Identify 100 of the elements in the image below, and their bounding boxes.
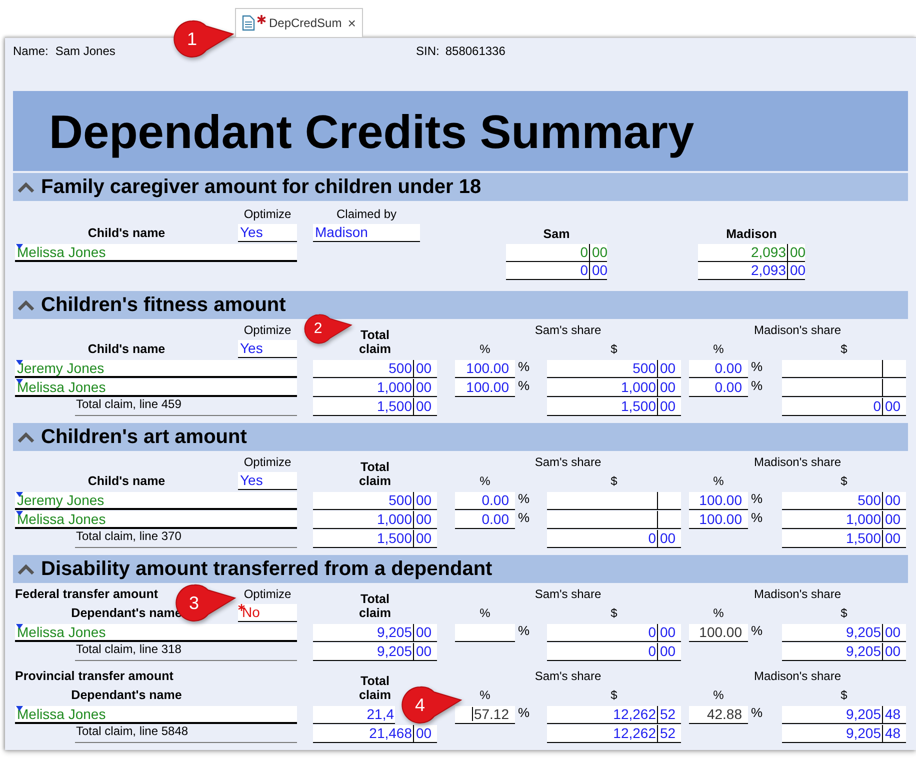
name-field[interactable]: Jeremy Jones bbox=[15, 360, 297, 378]
optimize-field[interactable]: Yes bbox=[238, 472, 297, 490]
column-header: Claimed by bbox=[336, 207, 397, 221]
amount-field[interactable]: 12,262 52 bbox=[547, 706, 681, 724]
amount-field[interactable]: 500 00 bbox=[313, 360, 437, 378]
name-field[interactable]: Melissa Jones bbox=[15, 706, 297, 724]
percent-field[interactable]: 0.00 bbox=[455, 492, 515, 510]
percent-field[interactable]: 0.00 bbox=[689, 360, 748, 378]
percent-field[interactable] bbox=[455, 624, 515, 642]
total-label: Total claim, line 318 bbox=[75, 643, 297, 661]
claimed-by-field[interactable]: Madison bbox=[313, 224, 420, 242]
amount-field[interactable]: 2,093 00 bbox=[698, 262, 805, 280]
column-header: % bbox=[480, 474, 490, 488]
percent-field[interactable]: 100.00 bbox=[689, 624, 748, 642]
column-header: % bbox=[713, 688, 724, 702]
column-header: $ bbox=[610, 342, 618, 356]
group-caption: Federal transfer amount bbox=[15, 587, 158, 601]
column-header: $ bbox=[610, 474, 618, 488]
percent-sign: % bbox=[750, 360, 763, 374]
percent-sign: % bbox=[517, 492, 530, 506]
group-caption: Provincial transfer amount bbox=[15, 669, 174, 683]
amount-field[interactable]: 0 00 bbox=[547, 643, 681, 661]
section-title: Family caregiver amount for children under 18 bbox=[41, 176, 482, 198]
percent-field[interactable]: 100.00 bbox=[689, 511, 748, 529]
amount-field[interactable] bbox=[547, 511, 681, 529]
column-header: Dependant's name bbox=[71, 688, 182, 702]
amount-field[interactable]: 1,000 00 bbox=[313, 379, 437, 397]
name-field[interactable]: Melissa Jones bbox=[15, 379, 297, 397]
section-title: Children's fitness amount bbox=[41, 294, 286, 316]
optimize-field[interactable]: No bbox=[238, 604, 297, 622]
amount-field[interactable]: 21,468 00 bbox=[313, 725, 437, 743]
optimize-field[interactable]: Yes bbox=[238, 224, 297, 242]
column-header: Sam's share bbox=[534, 669, 602, 683]
percent-field[interactable]: 100.00 bbox=[455, 360, 515, 378]
section-header[interactable]: Children's art amount bbox=[13, 423, 908, 451]
amount-field[interactable]: 0 00 bbox=[547, 624, 681, 642]
column-header: % bbox=[480, 688, 490, 702]
amount-field[interactable]: 1,500 00 bbox=[313, 530, 437, 548]
name-field[interactable]: Melissa Jones bbox=[15, 244, 297, 262]
amount-field[interactable]: 500 00 bbox=[547, 360, 681, 378]
close-button[interactable]: × bbox=[346, 15, 358, 31]
amount-field[interactable]: 1,500 00 bbox=[313, 398, 437, 416]
amount-field[interactable] bbox=[547, 492, 681, 510]
amount-field[interactable]: 0 00 bbox=[506, 262, 607, 280]
amount-field[interactable]: 1,000 00 bbox=[547, 379, 681, 397]
percent-sign: % bbox=[750, 624, 763, 638]
asterisk-icon bbox=[257, 15, 266, 24]
column-header: Total claim bbox=[358, 328, 392, 358]
amount-field[interactable]: 9,205 00 bbox=[782, 643, 906, 661]
amount-field[interactable]: 2,093 00 bbox=[698, 244, 805, 262]
column-header: $ bbox=[840, 342, 848, 356]
amount-field[interactable]: 1,000 00 bbox=[782, 511, 906, 529]
column-header: Madison's share bbox=[754, 669, 841, 683]
amount-field[interactable]: 9,205 00 bbox=[313, 624, 437, 642]
percent-field[interactable]: 100.00 bbox=[455, 379, 515, 397]
percent-sign: % bbox=[517, 511, 530, 525]
column-header: % bbox=[480, 342, 490, 356]
amount-field[interactable]: 1,000 00 bbox=[313, 511, 437, 529]
percent-field[interactable]: 42.88 bbox=[689, 706, 748, 724]
amount-field[interactable]: 9,205 00 bbox=[313, 643, 437, 661]
amount-field[interactable]: 9,205 00 bbox=[782, 624, 906, 642]
amount-field[interactable]: 1,500 00 bbox=[547, 398, 681, 416]
sin-label: SIN: bbox=[416, 44, 440, 60]
percent-sign: % bbox=[517, 706, 530, 720]
section-header[interactable]: Family caregiver amount for children under 18 bbox=[13, 173, 908, 201]
amount-field[interactable] bbox=[782, 360, 906, 378]
optimize-field[interactable]: Yes bbox=[238, 340, 297, 358]
percent-field[interactable]: 0.00 bbox=[455, 511, 515, 529]
column-header: Sam's share bbox=[534, 587, 602, 601]
amount-field[interactable]: 500 00 bbox=[313, 492, 437, 510]
amount-field[interactable]: 500 00 bbox=[782, 492, 906, 510]
percent-field[interactable]: 100.00 bbox=[689, 492, 748, 510]
amount-field[interactable]: 0 00 bbox=[506, 244, 607, 262]
amount-field[interactable]: 9,205 48 bbox=[782, 706, 906, 724]
column-header: % bbox=[713, 606, 724, 620]
column-header: Madison's share bbox=[754, 455, 841, 469]
amount-field[interactable]: 0 00 bbox=[547, 530, 681, 548]
column-header: Child's name bbox=[88, 342, 166, 356]
page-title: Dependant Credits Summary bbox=[49, 104, 694, 158]
column-header: Optimize bbox=[244, 323, 292, 337]
percent-field[interactable]: 0.00 bbox=[689, 379, 748, 397]
section-header[interactable]: Disability amount transferred from a dependant bbox=[13, 555, 908, 583]
percent-sign: % bbox=[750, 511, 763, 525]
section-header[interactable]: Children's fitness amount bbox=[13, 291, 908, 319]
percent-sign: % bbox=[750, 492, 763, 506]
amount-field[interactable]: 9,205 48 bbox=[782, 725, 906, 743]
name-field[interactable]: Jeremy Jones bbox=[15, 492, 297, 510]
collapse-icon bbox=[17, 432, 35, 443]
document-tab[interactable]: DepCredSum × bbox=[235, 8, 363, 37]
amount-field[interactable]: 12,262 52 bbox=[547, 725, 681, 743]
name-field[interactable]: Melissa Jones bbox=[15, 624, 297, 642]
name-field[interactable]: Melissa Jones bbox=[15, 511, 297, 529]
amount-field[interactable]: 21,4 bbox=[313, 706, 395, 724]
total-label: Total claim, line 370 bbox=[75, 530, 297, 548]
amount-field[interactable]: 0 00 bbox=[782, 398, 906, 416]
percent-field[interactable]: 57.12 bbox=[455, 706, 515, 724]
percent-sign: % bbox=[517, 379, 530, 393]
amount-field[interactable] bbox=[782, 379, 906, 397]
amount-field[interactable]: 1,500 00 bbox=[782, 530, 906, 548]
column-header: $ bbox=[840, 688, 848, 702]
